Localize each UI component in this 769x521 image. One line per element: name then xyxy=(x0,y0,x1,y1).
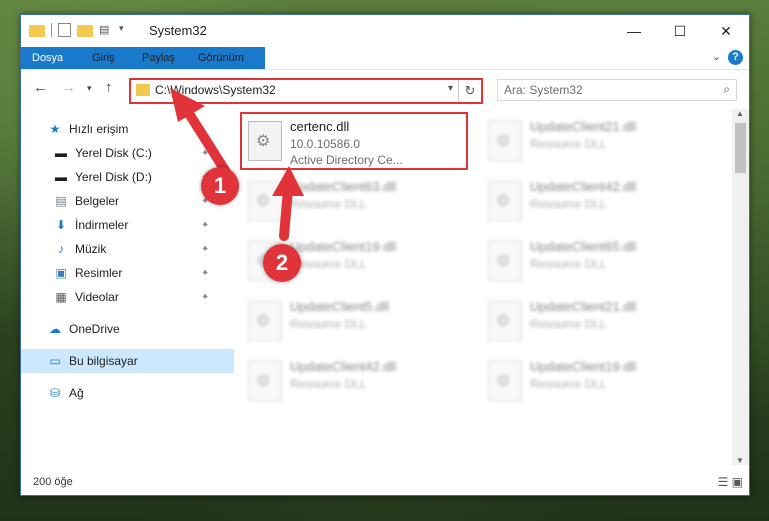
step-badge-2: 2 xyxy=(263,244,301,282)
arrow-1 xyxy=(170,88,231,177)
step-badge-1: 1 xyxy=(201,167,239,205)
annotation-arrows xyxy=(170,88,304,241)
arrow-2 xyxy=(272,166,304,241)
